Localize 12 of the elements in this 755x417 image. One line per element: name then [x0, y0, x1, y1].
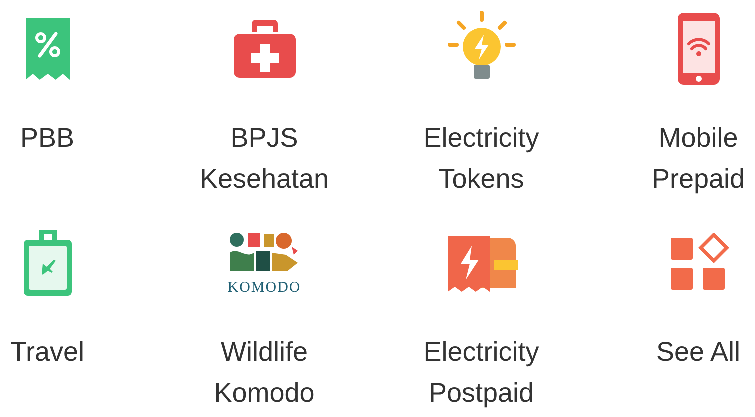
menu-item-label[interactable]: BPJS Kesehatan	[180, 118, 350, 200]
smartphone-wifi-icon	[676, 11, 722, 87]
menu-item-label[interactable]: Electricity Tokens	[396, 118, 566, 200]
first-aid-kit-icon	[232, 18, 298, 80]
logo-text: KOMODO	[228, 280, 302, 296]
menu-item-label[interactable]: Wildlife Komodo	[180, 332, 350, 414]
menu-item-label[interactable]: Mobile Prepaid	[614, 118, 755, 200]
grid-shapes-icon	[668, 233, 728, 293]
menu-item-label[interactable]: PBB	[20, 118, 75, 159]
menu-item-label[interactable]: Travel	[10, 332, 84, 373]
menu-item-label[interactable]: See All	[656, 332, 741, 373]
menu-item-label[interactable]: Electricity Postpaid	[396, 332, 566, 414]
